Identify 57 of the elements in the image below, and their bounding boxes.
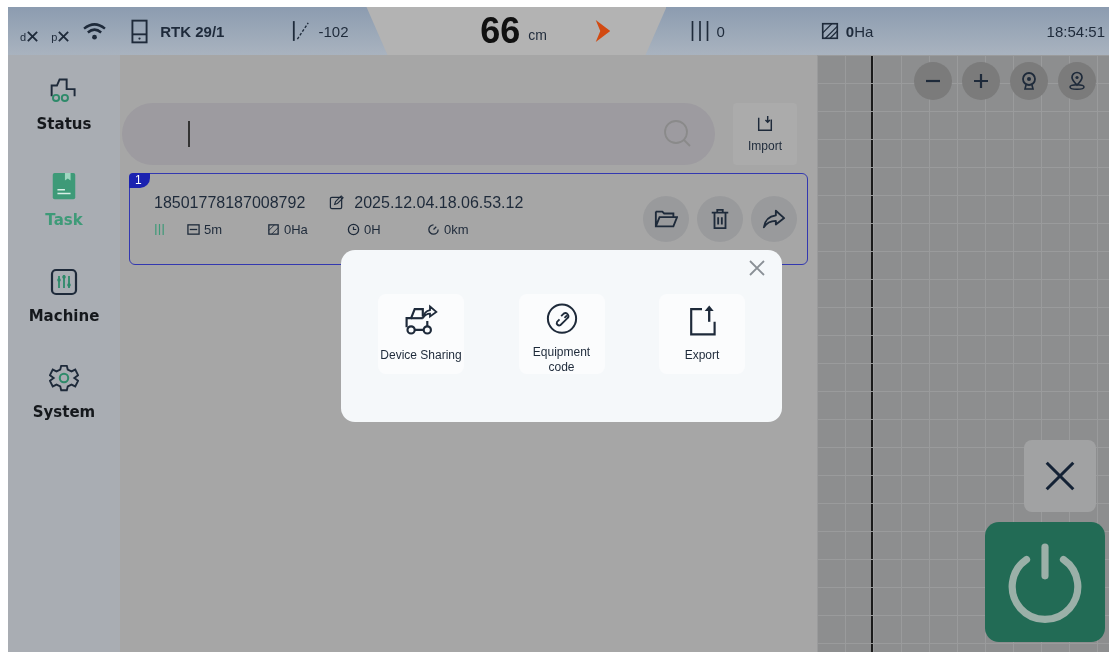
import-icon bbox=[756, 115, 774, 133]
share-button[interactable] bbox=[751, 196, 797, 242]
sidebar-item[interactable]: System bbox=[32, 363, 96, 421]
export-option[interactable]: Export bbox=[659, 294, 745, 374]
signal-value: -102 bbox=[318, 22, 349, 40]
clock: 18:54:51 bbox=[1046, 22, 1105, 40]
delete-button[interactable] bbox=[697, 196, 743, 242]
edit-icon bbox=[329, 195, 345, 210]
sliders-icon bbox=[49, 267, 79, 297]
open-folder-button[interactable] bbox=[643, 196, 689, 242]
rtk-status: RTK 29/1 bbox=[160, 22, 225, 40]
width-icon bbox=[187, 222, 200, 236]
close-icon bbox=[747, 258, 767, 278]
area-icon bbox=[819, 21, 840, 41]
diff-label: d bbox=[20, 31, 27, 43]
plus-icon bbox=[971, 71, 991, 91]
offset-value: 66 bbox=[480, 10, 521, 52]
camera-button[interactable] bbox=[1010, 62, 1048, 100]
task-stat: 5m bbox=[204, 221, 223, 237]
offset-unit: cm bbox=[528, 27, 547, 43]
task-number: 1 bbox=[129, 173, 150, 188]
zoom-in-button[interactable] bbox=[962, 62, 1000, 100]
folder-icon bbox=[654, 208, 678, 230]
minus-icon bbox=[925, 79, 941, 83]
sidebar-item[interactable]: Machine bbox=[28, 267, 100, 325]
power-button[interactable] bbox=[985, 522, 1105, 642]
close-button[interactable] bbox=[1024, 440, 1096, 512]
tractor-icon bbox=[49, 75, 79, 105]
code-option[interactable]: Equipment code bbox=[518, 294, 605, 374]
signal-icon bbox=[292, 19, 311, 43]
search-field[interactable] bbox=[122, 103, 715, 165]
cross-icon bbox=[26, 29, 40, 43]
share-option[interactable]: Device Sharing bbox=[378, 294, 464, 374]
task-date: 2025.12.04.18.06.53.12 bbox=[354, 193, 524, 212]
line-count: 0 bbox=[716, 22, 725, 40]
location-pin-icon bbox=[1067, 71, 1087, 91]
sidebar-item[interactable]: Status bbox=[36, 75, 92, 133]
import-button[interactable]: Import bbox=[733, 103, 797, 165]
position-label: p bbox=[51, 31, 58, 43]
distance-icon bbox=[427, 222, 440, 236]
receiver-icon bbox=[131, 18, 149, 44]
webcam-icon bbox=[1019, 71, 1039, 91]
area-value: 0Ha bbox=[845, 22, 874, 40]
clock-icon bbox=[347, 222, 360, 236]
task-name: 18501778187008792 bbox=[154, 193, 306, 212]
guidance-lines-icon bbox=[690, 18, 711, 44]
location-button[interactable] bbox=[1058, 62, 1096, 100]
wifi-icon bbox=[82, 21, 108, 41]
area-icon bbox=[267, 222, 280, 236]
task-stat: 0km bbox=[444, 221, 469, 237]
cross-icon bbox=[57, 29, 71, 43]
task-stat: 0Ha bbox=[284, 221, 308, 237]
guidance-lines-icon bbox=[154, 222, 165, 236]
task-stat: 0H bbox=[364, 221, 381, 237]
settings-icon bbox=[49, 363, 79, 393]
tractor-share-icon bbox=[403, 302, 439, 338]
share-arrow-icon bbox=[762, 208, 786, 230]
